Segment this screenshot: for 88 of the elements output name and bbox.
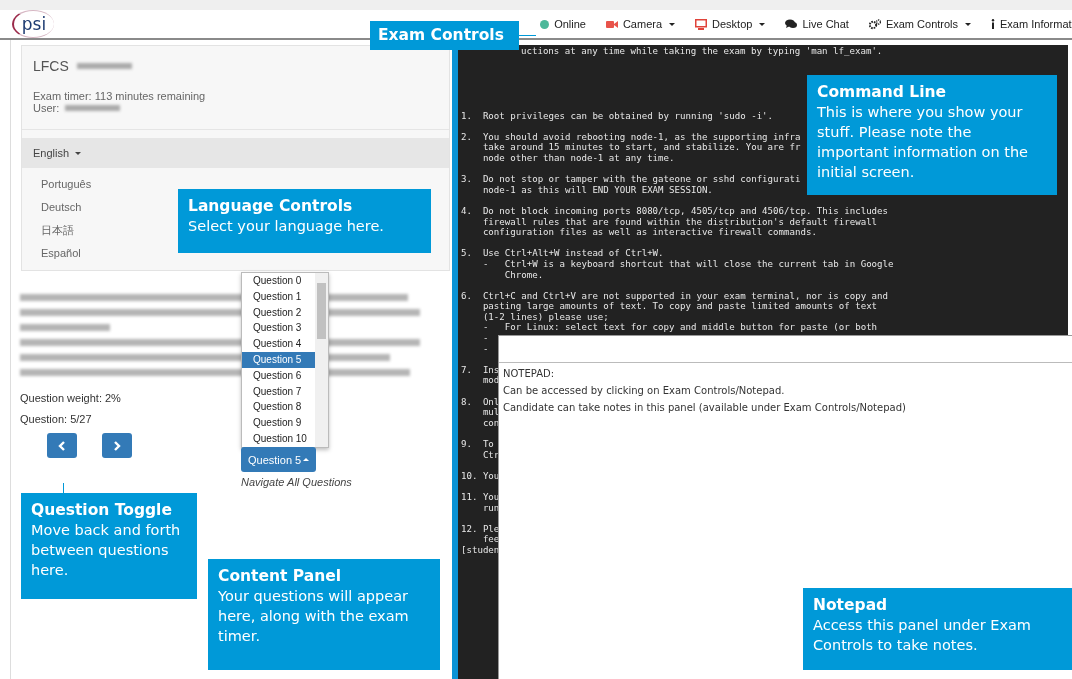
- question-option[interactable]: Question 0: [242, 273, 315, 289]
- terminal-line: 3. Do not stop or tamper with the gateone or sshd configurati: [461, 174, 801, 185]
- callout-title: Language Controls: [188, 196, 354, 216]
- notepad-line: Can be accessed by clicking on Exam Controls/Notepad.: [503, 383, 785, 398]
- terminal-line: 12. Ple: [461, 523, 500, 535]
- terminal-line: take around 15 minutes to start, and stabilize. You are fr: [481, 142, 801, 153]
- blurred-text: [65, 105, 121, 111]
- terminal-line: fee: [481, 534, 500, 545]
- terminal-line: 6. Ctrl+C and Ctrl+V are not supported in your exam terminal, nor is copy and: [461, 290, 889, 302]
- question-option[interactable]: Question 5: [242, 352, 315, 368]
- chevron-right-icon: [113, 440, 121, 451]
- monitor-icon: [695, 18, 708, 30]
- terminal-line: 7. Ins: [461, 364, 500, 376]
- terminal-line: - Ctrl+W is a keyboard shortcut that will close the current tab in Google: [481, 258, 894, 270]
- callout-title: Question Toggle: [31, 500, 173, 520]
- callout-text: Access this panel under Exam Controls to take notes.: [813, 616, 1032, 655]
- next-button[interactable]: [102, 433, 132, 458]
- terminal-line: node other than node-1 at any time.: [481, 152, 675, 164]
- callout-text: Move back and forth between questions here.: [31, 521, 182, 580]
- nav-menu-item[interactable]: Camera: [622, 18, 663, 30]
- terminal-line: node-1 as this will END YOUR EXAM SESSION.: [481, 184, 713, 196]
- nav-menu-item[interactable]: Live Chat: [802, 18, 849, 30]
- question-counter: Question: 5/27: [20, 413, 92, 425]
- terminal-line: run: [481, 502, 500, 514]
- terminal-line: uctions at any time while taking the exam by typing 'man lf_exam'.: [521, 46, 883, 57]
- previous-button[interactable]: [47, 433, 77, 458]
- question-option[interactable]: Question 4: [242, 336, 315, 352]
- status-label: Online: [554, 18, 586, 30]
- terminal-line: Chrome.: [503, 269, 544, 281]
- chevron-left-icon: [58, 440, 66, 451]
- question-option[interactable]: Question 1: [242, 288, 315, 305]
- info-icon: [991, 19, 996, 29]
- callout-title: Notepad: [813, 595, 889, 615]
- user-label: User:: [33, 102, 60, 114]
- terminal-line: 10. You: [461, 470, 500, 482]
- camera-icon: [605, 19, 618, 29]
- language-option[interactable]: Português: [41, 177, 92, 192]
- question-option[interactable]: Question 7: [242, 383, 315, 400]
- language-option[interactable]: 日本語: [41, 223, 74, 238]
- terminal-line: 2. You should avoid rebooting node-1, as the supporting infra: [461, 131, 801, 143]
- notepad-line: NOTEPAD:: [503, 367, 555, 381]
- question-option[interactable]: Question 10: [242, 430, 315, 447]
- callout-text: Your questions will appear here, along with the exam timer.: [218, 587, 410, 646]
- terminal-line: firewall rules that are found within the distribution's default firewall: [481, 216, 878, 228]
- question-option[interactable]: Question 6: [242, 367, 315, 384]
- terminal-line: - For Linux: select text for copy and middle button for paste (or both: [481, 322, 878, 334]
- gears-icon: [868, 18, 881, 30]
- caret-icon: [303, 458, 310, 461]
- callout-title: Command Line: [817, 82, 948, 102]
- terminal-line: [studen: [461, 544, 500, 556]
- exam-timer: Exam timer: 113 minutes remaining: [33, 90, 207, 102]
- question-option[interactable]: Question 3: [242, 320, 315, 337]
- chat-icon: [785, 19, 798, 29]
- terminal-line: (1-2 lines) please use;: [481, 311, 609, 323]
- notepad-line: Candidate can take notes in this panel (available under Exam Controls/Notepad): [503, 400, 906, 415]
- terminal-line: mul: [481, 407, 500, 418]
- question-menu-button[interactable]: Question 5: [241, 447, 317, 472]
- callout-text: This is where you show your stuff. Please note the important information on the initial screen.: [817, 103, 1029, 182]
- nav-menu-item[interactable]: Exam Controls: [885, 18, 959, 30]
- exam-name: LFCS: [33, 58, 69, 74]
- terminal-line: 5. Use Ctrl+Alt+W instead of Ctrl+W.: [461, 248, 664, 259]
- scrollbar[interactable]: [315, 273, 328, 447]
- terminal-line: 4. Do not block incoming ports 8080/tcp, 4505/tcp and 4506/tcp. This includes: [461, 205, 889, 217]
- language-option[interactable]: Deutsch: [41, 200, 82, 215]
- terminal-line: mod: [481, 375, 500, 387]
- question-weight: Question weight: 2%: [20, 392, 121, 404]
- nav-menu-item[interactable]: Desktop: [712, 18, 753, 30]
- language-option[interactable]: Español: [41, 246, 81, 261]
- callout-title: Content Panel: [218, 566, 343, 586]
- terminal-line: con: [481, 417, 500, 429]
- question-option[interactable]: Question 9: [242, 415, 315, 431]
- callout-title: Exam Controls: [378, 25, 505, 45]
- terminal-line: 11. You: [461, 491, 500, 503]
- terminal-line: -: [481, 343, 489, 355]
- terminal-line: 9. To: [461, 439, 494, 450]
- terminal-line: 1. Root privileges can be obtained by running 'sudo -i'.: [461, 110, 774, 122]
- question-hint: Navigate All Questions: [241, 476, 352, 488]
- question-option[interactable]: Question 2: [242, 304, 315, 321]
- caret-icon: [75, 151, 82, 155]
- question-option[interactable]: Question 8: [242, 399, 315, 416]
- terminal-line: 8. Onl: [461, 396, 500, 408]
- terminal-line: -: [481, 333, 489, 344]
- language-dropdown[interactable]: English: [22, 138, 449, 168]
- terminal-line: configuration files as well as interactive firewall commands.: [481, 227, 817, 238]
- terminal-line: pasting large amounts of text. To copy and paste limited amounts of text: [481, 301, 878, 312]
- terminal-line: Ctr: [481, 449, 500, 461]
- blurred-text: [76, 63, 132, 69]
- callout-text: Select your language here.: [188, 217, 385, 236]
